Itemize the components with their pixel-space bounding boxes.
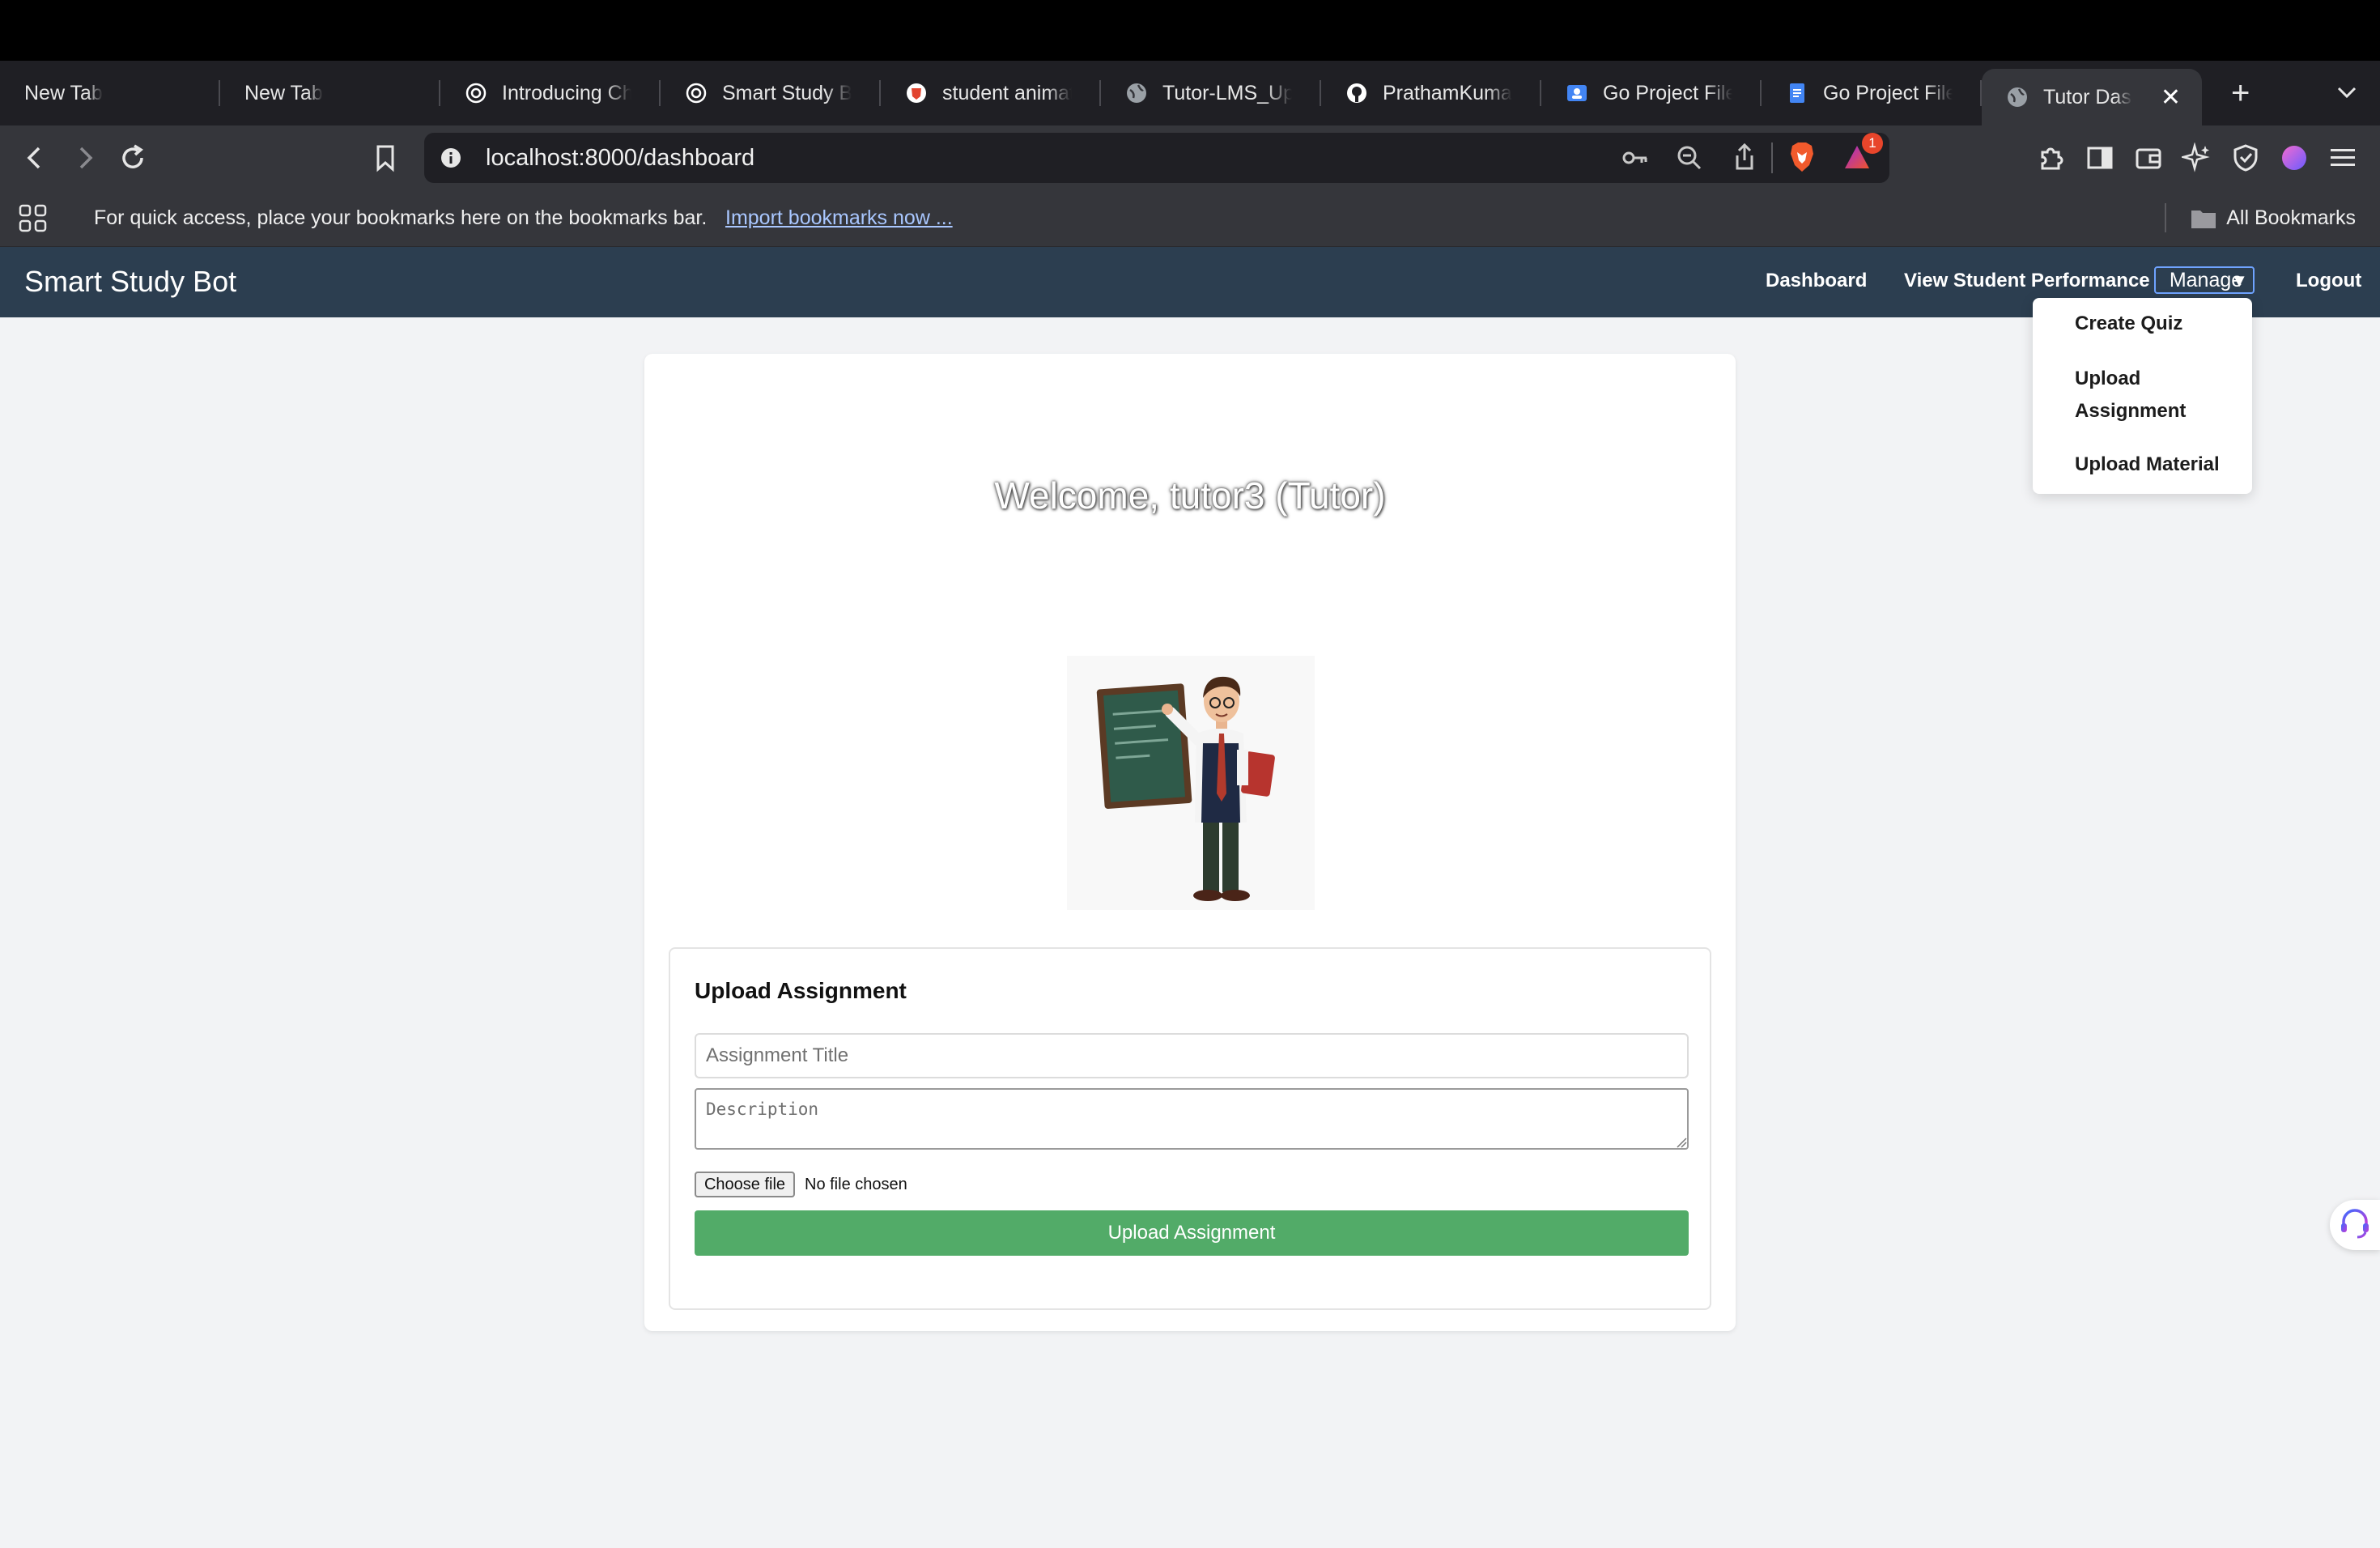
- os-menu-bar: [0, 0, 2380, 61]
- headset-support-icon: [2337, 1206, 2373, 1245]
- tutor-illustration: [1067, 656, 1315, 910]
- bookmark-icon[interactable]: [369, 142, 402, 174]
- file-status-text: No file chosen: [805, 1176, 907, 1193]
- upload-assignment-button[interactable]: Upload Assignment: [695, 1210, 1689, 1256]
- google-classroom-icon: [1566, 82, 1588, 104]
- tab-title: New Tab: [244, 81, 323, 104]
- upload-assignment-form: Upload Assignment Choose file No file ch…: [669, 947, 1711, 1310]
- url-text[interactable]: localhost:8000/dashboard: [486, 145, 754, 172]
- bookmarks-divider: [2165, 203, 2166, 232]
- address-divider: [1771, 142, 1773, 173]
- all-bookmarks-button[interactable]: All Bookmarks: [2191, 206, 2356, 230]
- apps-grid-icon[interactable]: [18, 203, 49, 238]
- tab-go-project-docs[interactable]: Go Project File: [1762, 61, 1982, 125]
- github-icon: [1345, 82, 1368, 104]
- rewards-badge: 1: [1862, 133, 1883, 154]
- import-bookmarks-link[interactable]: Import bookmarks now ...: [725, 206, 953, 230]
- wallet-icon[interactable]: [2132, 142, 2165, 174]
- globe-icon: [2006, 86, 2029, 108]
- folder-icon: [2191, 208, 2216, 229]
- tab-title: Go Project File: [1823, 81, 1953, 104]
- nav-logout-link[interactable]: Logout: [2296, 270, 2361, 292]
- tab-new-tab-1[interactable]: New Tab: [0, 61, 220, 125]
- globe-icon: [1125, 82, 1148, 104]
- tab-title: Tutor-LMS_Upd: [1162, 81, 1292, 104]
- welcome-heading: Welcome, tutor3 (Tutor): [994, 474, 1386, 517]
- tab-smart-study-bot[interactable]: Smart Study Bot: [661, 61, 881, 125]
- assignment-title-input[interactable]: [695, 1033, 1689, 1078]
- tab-title: Introducing ChatGPT: [502, 81, 631, 104]
- resize-grip-icon[interactable]: [1676, 1137, 1687, 1148]
- all-bookmarks-label: All Bookmarks: [2226, 206, 2356, 229]
- tab-go-project-classroom[interactable]: Go Project File: [1541, 61, 1762, 125]
- vpn-shield-icon[interactable]: [2229, 142, 2262, 174]
- tab-introducing-chatgpt[interactable]: Introducing ChatGPT: [440, 61, 661, 125]
- tab-title: Tutor Dashboard: [2043, 85, 2132, 108]
- support-chat-widget[interactable]: [2330, 1200, 2380, 1250]
- menu-item-label-line1: Upload: [2075, 368, 2141, 389]
- manage-dropdown-menu: Create Quiz Upload Assignment Upload Mat…: [2033, 298, 2252, 494]
- nav-dashboard-link[interactable]: Dashboard: [1766, 270, 1867, 292]
- tab-github[interactable]: PrathamKumar: [1321, 61, 1541, 125]
- app-navbar: Smart Study Bot Dashboard View Student P…: [0, 247, 2380, 317]
- share-icon[interactable]: [1731, 142, 1758, 176]
- tab-student-animation[interactable]: student animation: [881, 61, 1101, 125]
- choose-file-button[interactable]: Choose file: [695, 1172, 795, 1197]
- menu-item-create-quiz[interactable]: Create Quiz: [2075, 308, 2182, 340]
- caret-down-icon: ▼: [2230, 270, 2248, 291]
- tab-title: student animation: [942, 81, 1072, 104]
- tab-title: PrathamKumar: [1383, 81, 1512, 104]
- brand-logo-text[interactable]: Smart Study Bot: [24, 265, 236, 299]
- menu-item-upload-assignment[interactable]: Upload Assignment: [2075, 363, 2186, 427]
- brave-search-icon: [905, 82, 928, 104]
- brave-shields-icon[interactable]: [1787, 141, 1817, 177]
- tab-new-tab-2[interactable]: New Tab: [220, 61, 440, 125]
- tab-title: New Tab: [24, 81, 103, 104]
- form-heading: Upload Assignment: [695, 978, 907, 1003]
- google-docs-icon: [1786, 82, 1808, 104]
- dashboard-card: Welcome, tutor3 (Tutor) Upload Assignmen…: [644, 354, 1736, 1331]
- address-bar[interactable]: localhost:8000/dashboard 1: [424, 133, 1889, 183]
- leo-ai-sparkle-icon[interactable]: [2181, 142, 2213, 174]
- openai-icon: [685, 82, 708, 104]
- bookmarks-bar-message: For quick access, place your bookmarks h…: [94, 206, 708, 229]
- manage-dropdown-toggle[interactable]: Manage ▼: [2154, 266, 2255, 294]
- menu-item-label-line2: Assignment: [2075, 400, 2187, 422]
- profile-avatar-icon[interactable]: [2278, 142, 2310, 174]
- password-key-icon[interactable]: [1621, 144, 1650, 176]
- menu-item-upload-material[interactable]: Upload Material: [2075, 449, 2220, 481]
- bookmarks-bar: For quick access, place your bookmarks h…: [0, 190, 2380, 247]
- reload-icon[interactable]: [117, 142, 149, 174]
- tab-title: Go Project File: [1603, 81, 1732, 104]
- openai-icon: [465, 82, 487, 104]
- site-info-icon[interactable]: [439, 146, 463, 174]
- extensions-icon[interactable]: [2035, 142, 2068, 174]
- tab-strip: New Tab New Tab Introducing ChatGPT Smar…: [0, 61, 2380, 125]
- tab-tutor-lms[interactable]: Tutor-LMS_Upd: [1101, 61, 1321, 125]
- forward-arrow-icon[interactable]: [68, 142, 100, 174]
- description-textarea[interactable]: [695, 1088, 1689, 1150]
- sidebar-icon[interactable]: [2084, 142, 2116, 174]
- tab-title: Smart Study Bot: [722, 81, 852, 104]
- hamburger-menu-icon[interactable]: [2327, 142, 2359, 174]
- nav-view-student-performance-link[interactable]: View Student Performance: [1904, 270, 2150, 292]
- tab-tutor-dashboard[interactable]: Tutor Dashboard ✕: [1982, 69, 2202, 125]
- new-tab-plus-icon[interactable]: +: [2231, 75, 2250, 112]
- chevron-down-icon[interactable]: [2333, 79, 2361, 110]
- zoom-out-icon[interactable]: [1676, 144, 1703, 176]
- back-arrow-icon[interactable]: [19, 142, 52, 174]
- close-icon[interactable]: ✕: [2161, 83, 2181, 112]
